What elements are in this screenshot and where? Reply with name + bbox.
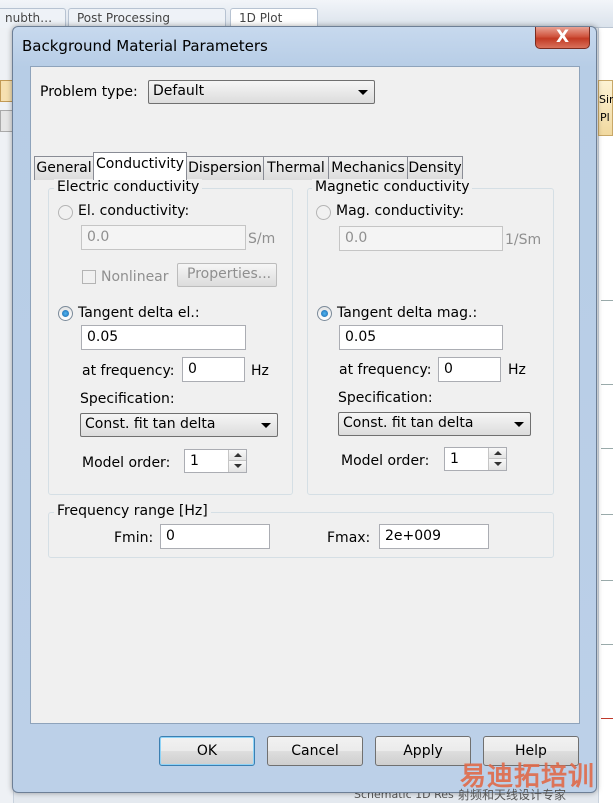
dialog-client-area: Problem type: Default General Conductivi… (30, 66, 580, 724)
mag-specification-value: Const. fit tan delta (343, 415, 474, 431)
el-conductivity-label: El. conductivity: (78, 203, 190, 219)
background-ribbon-button[interactable]: Sin Pl (598, 80, 613, 136)
tab-conductivity[interactable]: Conductivity (93, 152, 187, 180)
ok-button[interactable]: OK (159, 736, 255, 766)
tan-delta-mag-radio[interactable] (317, 306, 332, 321)
el-conductivity-radio[interactable] (58, 205, 73, 220)
apply-button[interactable]: Apply (375, 736, 471, 766)
conductivity-tab-panel: Electric conductivity El. conductivity: … (32, 179, 578, 723)
mag-model-order-spinner[interactable]: 1 (444, 447, 507, 471)
mag-frequency-label: at frequency: (339, 362, 432, 378)
ribbon-text: Pl (600, 111, 610, 124)
tan-delta-el-radio[interactable] (58, 306, 73, 321)
chevron-down-icon (514, 422, 524, 427)
mag-model-order-label: Model order: (341, 453, 430, 469)
tab-mechanics[interactable]: Mechanics (328, 156, 408, 180)
el-conductivity-field[interactable]: 0.0 (81, 225, 246, 250)
tab-dispersion[interactable]: Dispersion (186, 156, 264, 180)
fmax-label: Fmax: (327, 530, 371, 546)
tan-delta-mag-label: Tangent delta mag.: (337, 305, 478, 321)
el-frequency-unit: Hz (251, 363, 269, 379)
nonlinear-checkbox[interactable] (82, 270, 96, 284)
chevron-down-icon (261, 423, 271, 428)
spin-down-icon[interactable] (229, 461, 246, 472)
tan-delta-el-label: Tangent delta el.: (78, 305, 200, 321)
spin-up-icon[interactable] (229, 450, 246, 461)
el-conductivity-unit: S/m (248, 231, 276, 247)
properties-button[interactable]: Properties... (177, 263, 277, 287)
chevron-down-icon (358, 90, 368, 95)
spin-up-icon[interactable] (489, 448, 506, 459)
background-tab[interactable]: Post Processing (68, 8, 226, 28)
mag-frequency-field[interactable]: 0 (438, 357, 501, 382)
problem-type-select[interactable]: Default (148, 80, 375, 104)
mag-conductivity-unit: 1/Sm (505, 232, 542, 248)
magnetic-group-title: Magnetic conductivity (312, 179, 473, 195)
background-material-dialog: Background Material Parameters X Problem… (12, 26, 597, 793)
mag-frequency-unit: Hz (508, 362, 526, 378)
cancel-button[interactable]: Cancel (267, 736, 363, 766)
el-specification-value: Const. fit tan delta (85, 416, 216, 432)
tab-thermal[interactable]: Thermal (263, 156, 329, 180)
el-model-order-value: 1 (190, 453, 199, 469)
mag-conductivity-field[interactable]: 0.0 (339, 226, 503, 251)
dialog-title: Background Material Parameters (22, 37, 268, 55)
ribbon-text: Sin (599, 93, 613, 106)
close-icon: X (555, 27, 570, 47)
fmin-label: Fmin: (114, 530, 154, 546)
mag-model-order-value: 1 (450, 451, 459, 467)
tab-general[interactable]: General (34, 156, 94, 180)
tan-delta-el-field[interactable]: 0.05 (81, 325, 246, 350)
fmin-field[interactable]: 0 (160, 524, 270, 549)
tab-density[interactable]: Density (407, 156, 463, 180)
background-tab-strip: nubth… Post Processing 1D Plot (0, 0, 613, 28)
frequency-range-title: Frequency range [Hz] (54, 503, 211, 519)
mag-conductivity-radio[interactable] (316, 205, 331, 220)
close-button[interactable]: X (535, 27, 590, 49)
background-tab[interactable]: 1D Plot (230, 8, 318, 28)
electric-group-title: Electric conductivity (54, 179, 203, 195)
spin-down-icon[interactable] (489, 459, 506, 470)
problem-type-value: Default (153, 83, 205, 99)
el-specification-label: Specification: (80, 391, 175, 407)
background-tab[interactable]: nubth… (0, 8, 66, 28)
el-frequency-field[interactable]: 0 (182, 357, 245, 382)
tan-delta-mag-field[interactable]: 0.05 (339, 325, 503, 350)
el-specification-select[interactable]: Const. fit tan delta (80, 413, 278, 437)
problem-type-label: Problem type: (40, 84, 138, 100)
mag-conductivity-label: Mag. conductivity: (336, 203, 465, 219)
el-model-order-label: Model order: (82, 455, 171, 471)
watermark-subtitle: 射频和天线设计专家 (458, 788, 567, 802)
mag-specification-label: Specification: (338, 390, 433, 406)
background-right-panel (598, 28, 613, 803)
nonlinear-label: Nonlinear (101, 269, 169, 285)
fmax-field[interactable]: 2e+009 (379, 524, 489, 549)
el-model-order-spinner[interactable]: 1 (184, 449, 247, 473)
el-frequency-label: at frequency: (82, 363, 175, 379)
mag-specification-select[interactable]: Const. fit tan delta (338, 412, 531, 436)
